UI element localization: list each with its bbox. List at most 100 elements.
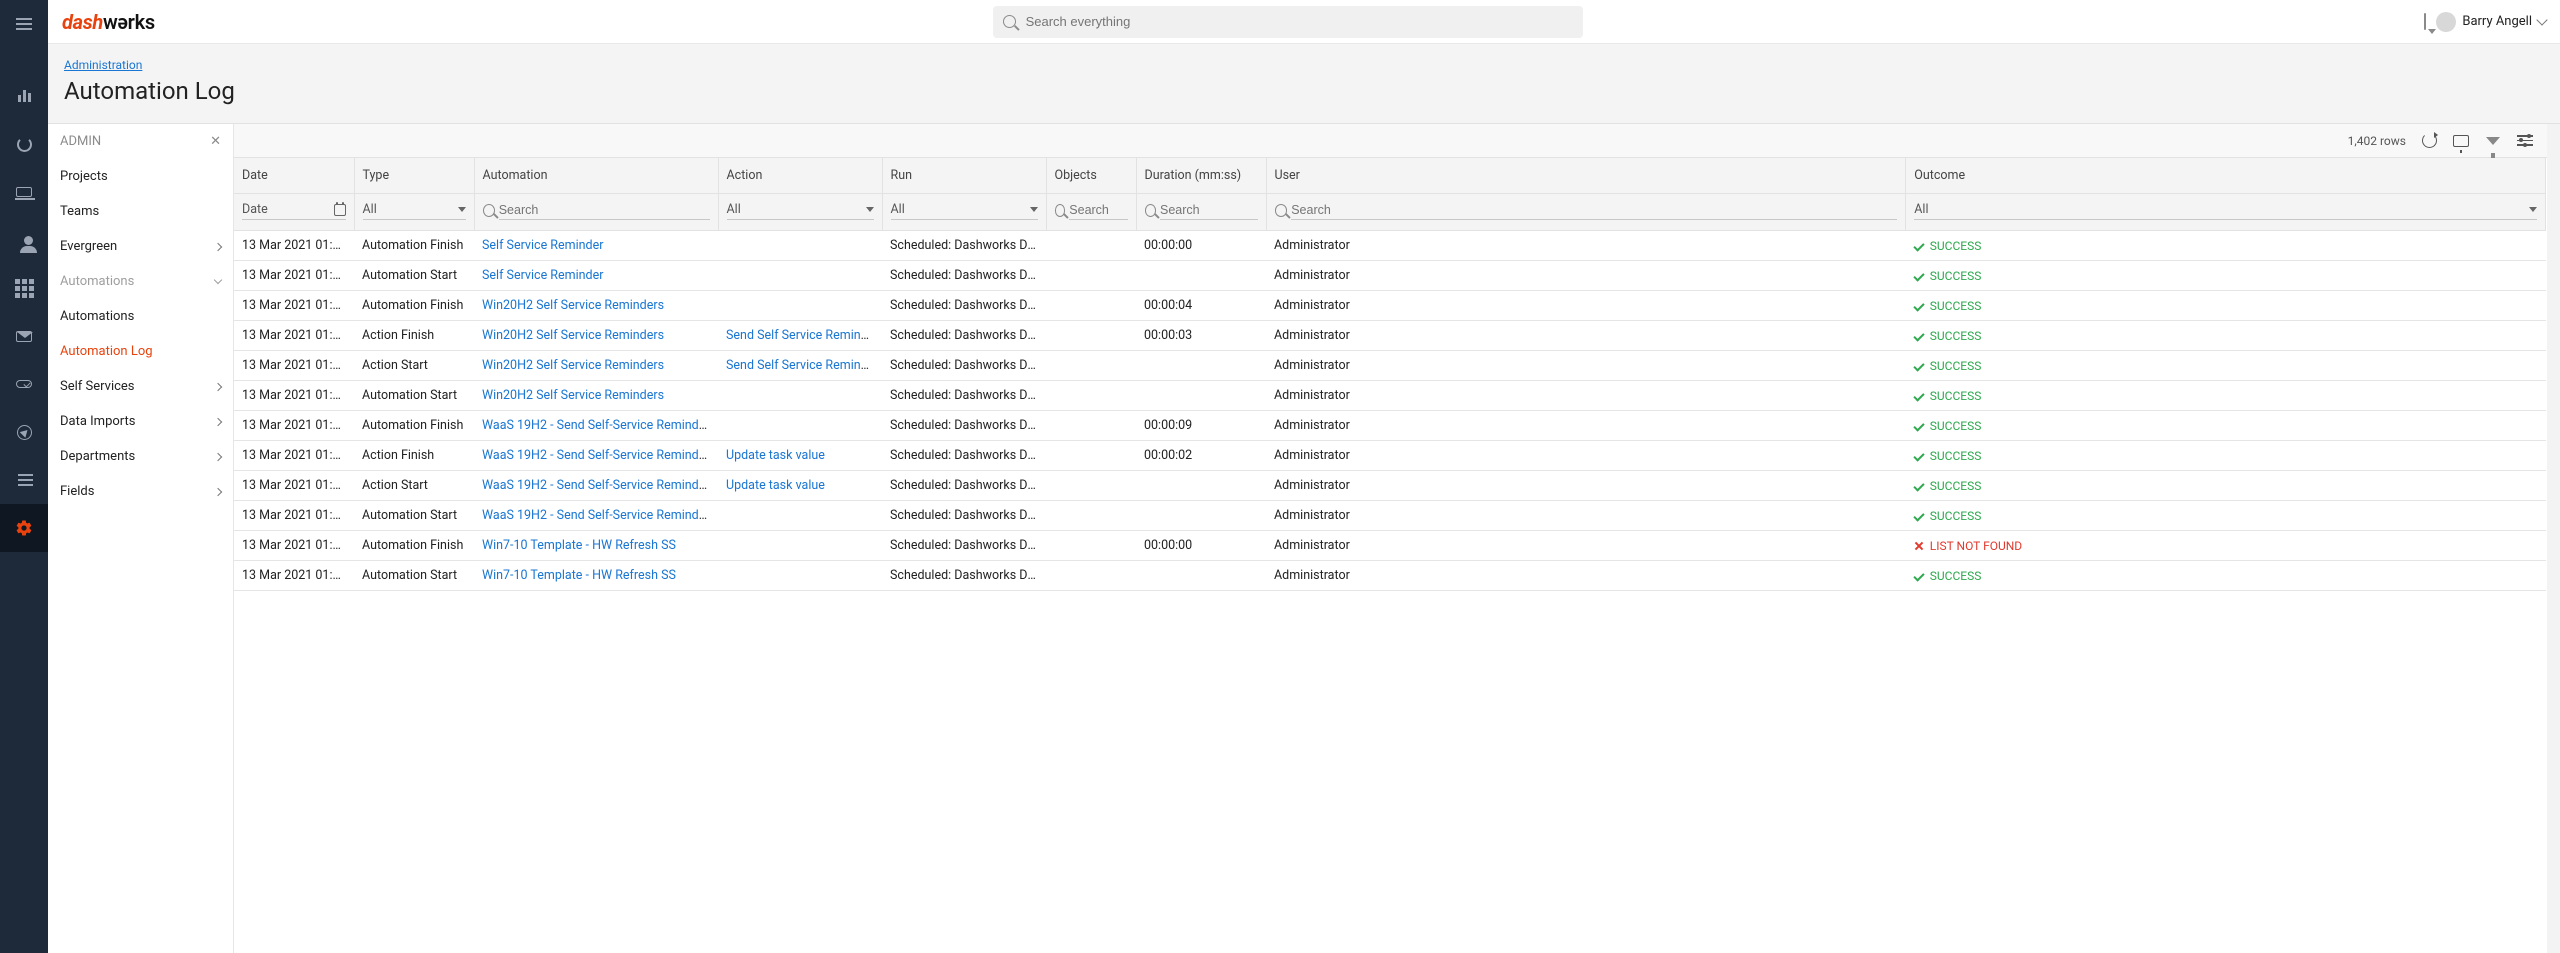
automation-link[interactable]: Win20H2 Self Service Reminders — [482, 358, 664, 373]
rail-dashboard[interactable] — [0, 72, 48, 120]
automation-link[interactable]: Win7-10 Template - HW Refresh SS — [482, 568, 676, 583]
col-outcome[interactable]: Outcome — [1906, 158, 2546, 194]
outcome-badge: SUCCESS — [1914, 509, 2538, 523]
rows-count: 1,402 rows — [2348, 134, 2406, 148]
col-objects[interactable]: Objects — [1046, 158, 1136, 194]
filter-outcome[interactable]: All — [1914, 200, 2537, 220]
rail-lists[interactable] — [0, 360, 48, 408]
refresh-button[interactable] — [2420, 132, 2438, 150]
action-link[interactable]: Update task value — [726, 448, 825, 463]
export-button[interactable] — [2452, 132, 2470, 150]
cell-user: Administrator — [1266, 561, 1906, 591]
rail-progress[interactable] — [0, 120, 48, 168]
rail-users[interactable] — [0, 216, 48, 264]
cell-outcome: SUCCESS — [1906, 261, 2546, 291]
action-link[interactable]: Send Self Service Reminder — [726, 358, 879, 373]
action-link[interactable]: Update task value — [726, 478, 825, 493]
automation-link[interactable]: WaaS 19H2 - Send Self-Service Reminders — [482, 478, 716, 493]
sidebar-item-teams[interactable]: Teams — [48, 194, 233, 229]
cell-run: Scheduled: Dashworks Daily — [882, 231, 1046, 261]
table-row[interactable]: 13 Mar 2021 01:00Action StartWaaS 19H2 -… — [234, 471, 2546, 501]
column-config-button[interactable] — [2516, 132, 2534, 150]
filter-duration[interactable] — [1145, 201, 1258, 220]
filter-type[interactable]: All — [363, 200, 466, 220]
filter-objects-input[interactable] — [1069, 201, 1127, 220]
sidebar-item-label: Departments — [60, 449, 135, 464]
table-row[interactable]: 13 Mar 2021 01:00Automation FinishWaaS 1… — [234, 411, 2546, 441]
filter-automation[interactable] — [483, 201, 710, 220]
sidebar-item-data-imports[interactable]: Data Imports — [48, 404, 233, 439]
filter-action[interactable]: All — [727, 200, 874, 220]
table-row[interactable]: 13 Mar 2021 01:00Automation StartSelf Se… — [234, 261, 2546, 291]
filter-automation-input[interactable] — [499, 201, 710, 220]
chevron-right-icon — [214, 487, 222, 495]
sidebar-item-automations[interactable]: Automations — [48, 264, 233, 299]
automation-link[interactable]: Win20H2 Self Service Reminders — [482, 388, 664, 403]
table-row[interactable]: 13 Mar 2021 01:00Action StartWin20H2 Sel… — [234, 351, 2546, 381]
close-icon[interactable]: ✕ — [210, 134, 221, 149]
rail-mail[interactable] — [0, 312, 48, 360]
filter-objects[interactable] — [1055, 201, 1128, 220]
donut-icon — [17, 137, 32, 152]
sidebar-subitem-automation-log[interactable]: Automation Log — [48, 334, 233, 369]
table-row[interactable]: 13 Mar 2021 01:00Automation FinishWin20H… — [234, 291, 2546, 321]
x-icon — [1914, 541, 1924, 551]
col-type[interactable]: Type — [354, 158, 474, 194]
table-row[interactable]: 13 Mar 2021 01:00Automation FinishSelf S… — [234, 231, 2546, 261]
cell-automation: WaaS 19H2 - Send Self-Service Reminders — [474, 501, 718, 531]
filter-duration-input[interactable] — [1160, 201, 1258, 220]
menu-toggle[interactable] — [0, 0, 48, 48]
sidebar-item-fields[interactable]: Fields — [48, 474, 233, 509]
rail-devices[interactable] — [0, 168, 48, 216]
automation-link[interactable]: Win20H2 Self Service Reminders — [482, 298, 664, 313]
table-row[interactable]: 13 Mar 2021 01:00Action FinishWaaS 19H2 … — [234, 441, 2546, 471]
col-user[interactable]: User — [1266, 158, 1906, 194]
breadcrumb[interactable]: Administration — [64, 58, 142, 72]
filter-user-input[interactable] — [1291, 201, 1897, 220]
outcome-badge: SUCCESS — [1914, 359, 2538, 373]
table-row[interactable]: 13 Mar 2021 01:00Automation StartWin20H2… — [234, 381, 2546, 411]
outcome-text: SUCCESS — [1930, 239, 1982, 253]
messages-button[interactable] — [2420, 10, 2430, 33]
rail-apps[interactable] — [0, 264, 48, 312]
automation-link[interactable]: WaaS 19H2 - Send Self-Service Reminders — [482, 418, 716, 433]
cell-date: 13 Mar 2021 01:00 — [234, 231, 354, 261]
rail-discover[interactable] — [0, 408, 48, 456]
global-search-input[interactable] — [1024, 13, 1573, 30]
filter-date[interactable]: Date — [242, 200, 346, 220]
table-row[interactable]: 13 Mar 2021 01:00Action FinishWin20H2 Se… — [234, 321, 2546, 351]
sidebar-item-projects[interactable]: Projects — [48, 159, 233, 194]
automation-link[interactable]: WaaS 19H2 - Send Self-Service Reminders — [482, 448, 716, 463]
table-row[interactable]: 13 Mar 2021 01:00Automation StartWaaS 19… — [234, 501, 2546, 531]
global-search[interactable] — [993, 6, 1583, 38]
sidebar-item-self-services[interactable]: Self Services — [48, 369, 233, 404]
cell-duration — [1136, 381, 1266, 411]
action-link[interactable]: Send Self Service Reminder — [726, 328, 879, 343]
automation-link[interactable]: WaaS 19H2 - Send Self-Service Reminders — [482, 508, 716, 523]
sidebar-item-evergreen[interactable]: Evergreen — [48, 229, 233, 264]
col-action[interactable]: Action — [718, 158, 882, 194]
filter-run[interactable]: All — [891, 200, 1038, 220]
check-icon — [1913, 420, 1924, 431]
user-menu[interactable]: Barry Angell — [2436, 12, 2546, 32]
content-area: 1,402 rows Date Type Automation Action — [234, 124, 2560, 953]
rail-admin[interactable] — [0, 504, 48, 552]
table-row[interactable]: 13 Mar 2021 01:00Automation StartWin7-10… — [234, 561, 2546, 591]
automation-link[interactable]: Win20H2 Self Service Reminders — [482, 328, 664, 343]
automation-link[interactable]: Win7-10 Template - HW Refresh SS — [482, 538, 676, 553]
page-title: Automation Log — [64, 77, 2544, 105]
vertical-scrollbar[interactable] — [2547, 124, 2560, 953]
sidebar-subitem-automations[interactable]: Automations — [48, 299, 233, 334]
col-date[interactable]: Date — [234, 158, 354, 194]
col-duration[interactable]: Duration (mm:ss) — [1136, 158, 1266, 194]
table-row[interactable]: 13 Mar 2021 01:00Automation FinishWin7-1… — [234, 531, 2546, 561]
rail-list[interactable] — [0, 456, 48, 504]
cell-automation: WaaS 19H2 - Send Self-Service Reminders — [474, 411, 718, 441]
automation-link[interactable]: Self Service Reminder — [482, 238, 603, 253]
col-automation[interactable]: Automation — [474, 158, 718, 194]
filter-clear-button[interactable] — [2484, 132, 2502, 150]
filter-user[interactable] — [1275, 201, 1898, 220]
col-run[interactable]: Run — [882, 158, 1046, 194]
automation-link[interactable]: Self Service Reminder — [482, 268, 603, 283]
sidebar-item-departments[interactable]: Departments — [48, 439, 233, 474]
